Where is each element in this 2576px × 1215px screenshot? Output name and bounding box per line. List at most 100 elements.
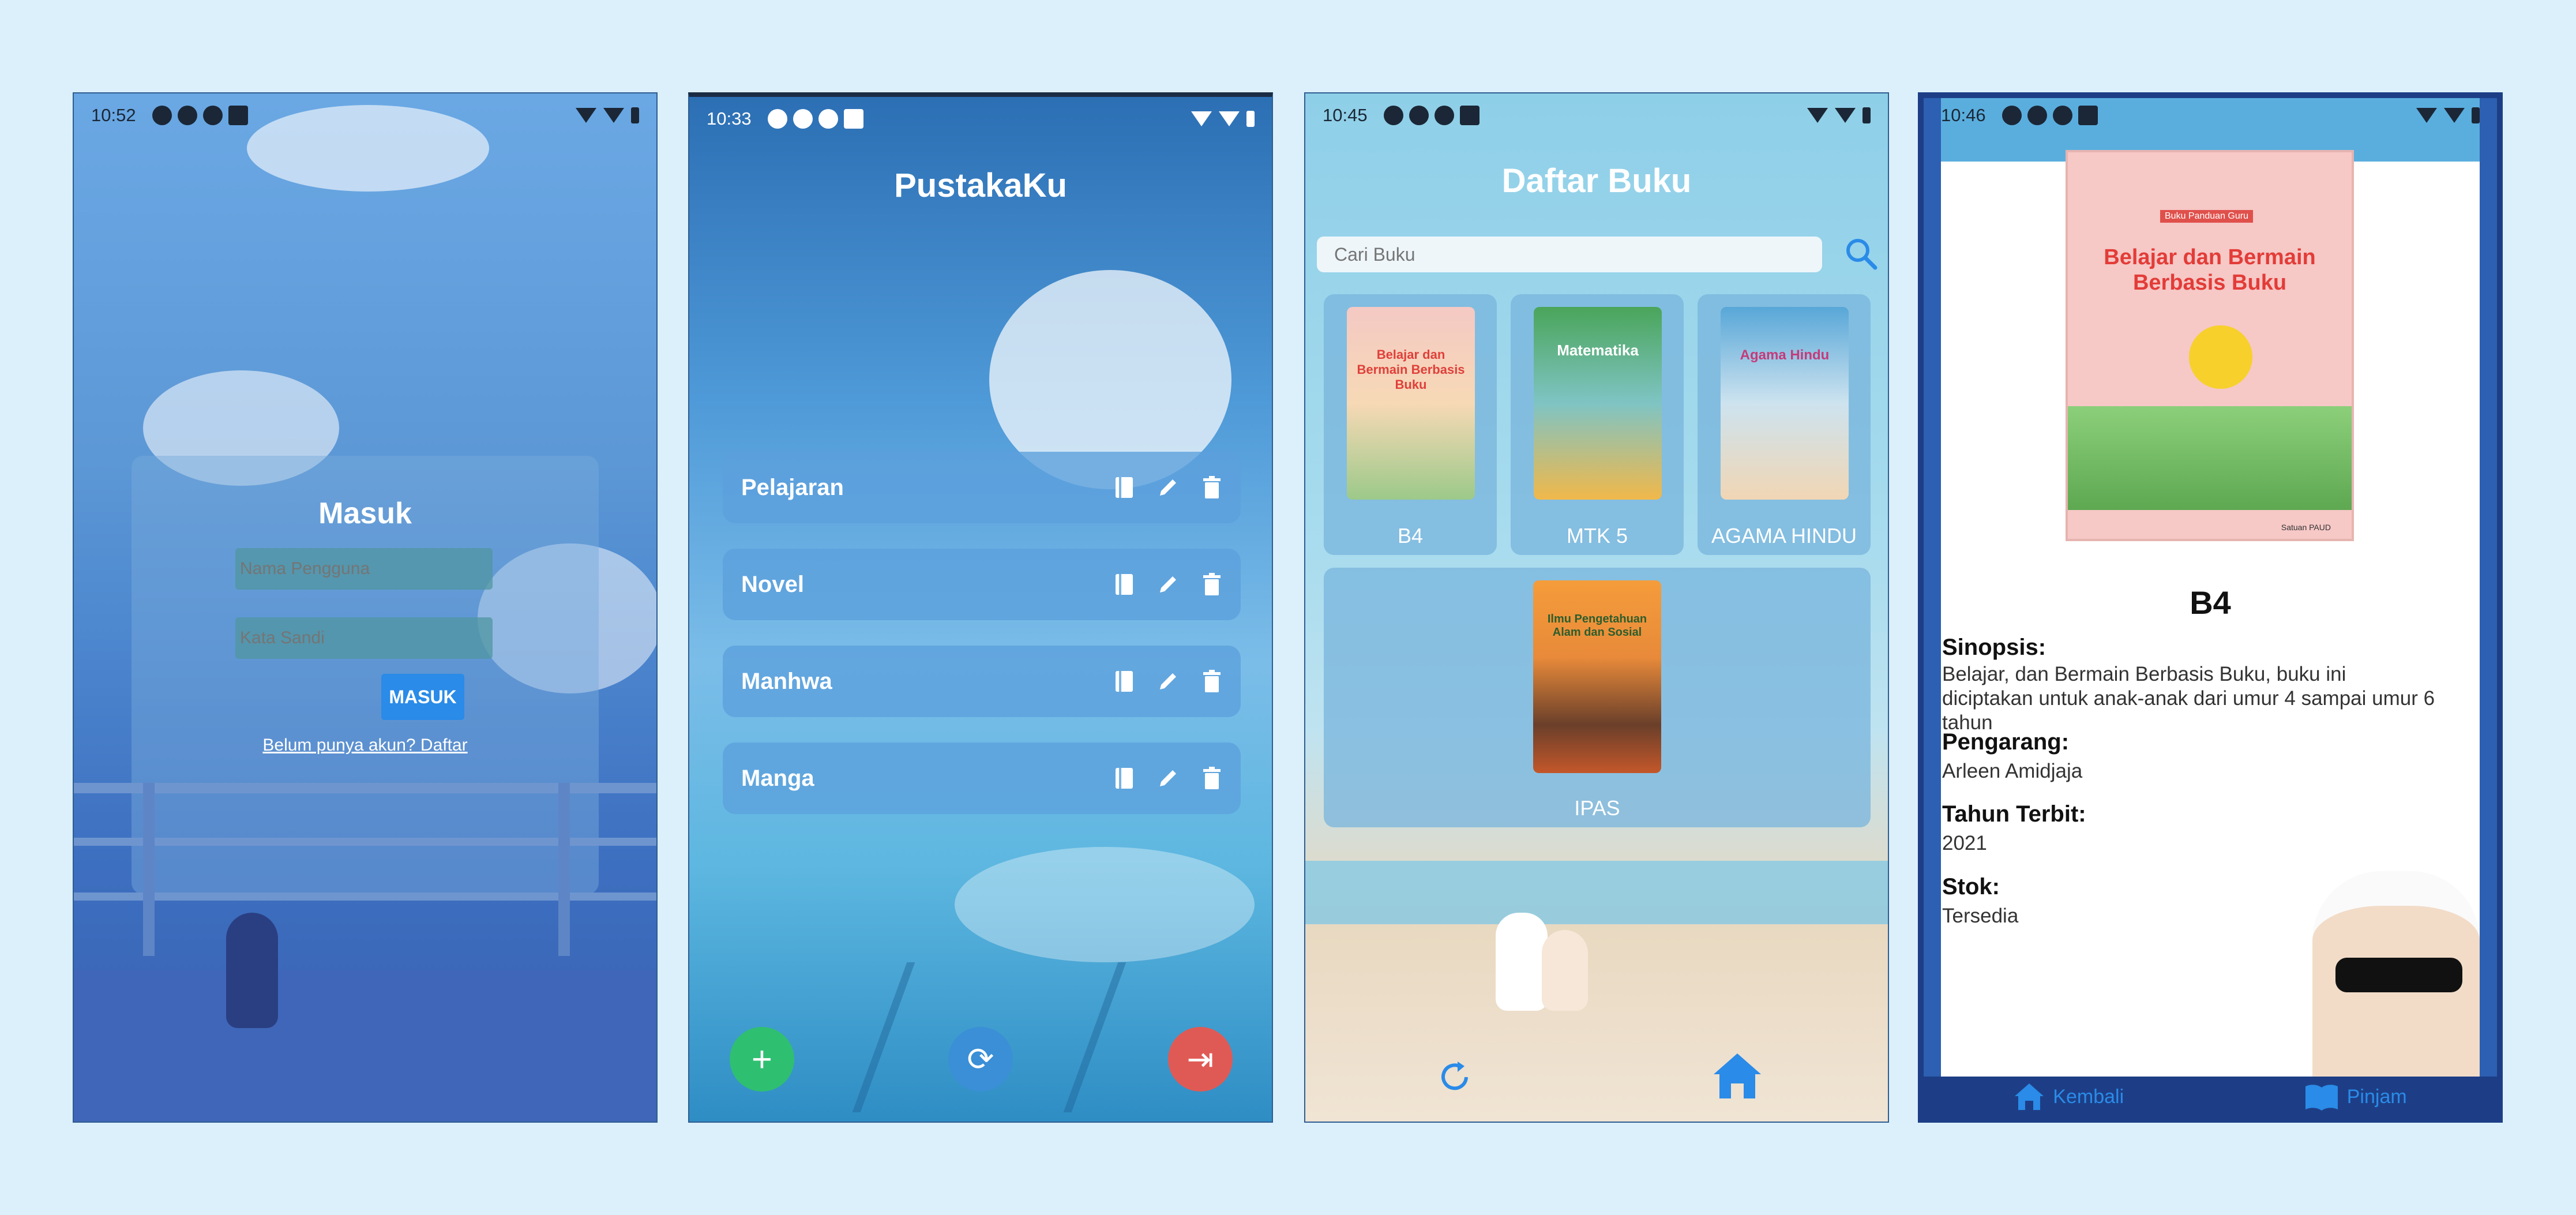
edit-icon[interactable] (1156, 475, 1180, 500)
cat-silhouette (226, 913, 278, 1028)
book-card[interactable]: Ilmu Pengetahuan Alam dan Sosial IPAS (1324, 568, 1871, 827)
mail-icon (228, 106, 248, 125)
wifi-icon (1807, 108, 1828, 123)
refresh-icon[interactable] (1435, 1057, 1475, 1097)
book-cover: Matematika (1534, 307, 1662, 500)
mail-icon (1459, 106, 1479, 125)
category-item[interactable]: Manhwa (723, 646, 1241, 717)
status-time: 10:33 (707, 108, 752, 129)
category-label: Pelajaran (741, 474, 844, 500)
synopsis-text: Belajar, dan Bermain Berbasis Buku, buku… (1942, 663, 2435, 734)
illustration-ground (2068, 406, 2352, 510)
category-item[interactable]: Manga (723, 742, 1241, 814)
cover-title: Ilmu Pengetahuan Alam dan Sosial (1547, 613, 1647, 639)
notification-icon (2027, 106, 2047, 125)
status-time: 10:45 (1323, 105, 1368, 125)
book-label: MTK 5 (1566, 524, 1628, 548)
book-icon[interactable] (1113, 669, 1136, 694)
notification-icon (1383, 106, 1403, 125)
book-cover: Belajar dan Bermain Berbasis Buku (1347, 307, 1475, 500)
book-cover-large: Buku Panduan Guru Belajar dan Bermain Be… (2066, 150, 2354, 541)
notification-icon (202, 106, 223, 125)
railing-post (558, 783, 570, 956)
battery-icon (1246, 111, 1255, 127)
category-label: Manhwa (741, 668, 832, 694)
back-button[interactable]: Kembali (2014, 1082, 2124, 1111)
register-link[interactable]: Belum punya akun? Daftar (132, 736, 599, 755)
year-label: Tahun Terbit: (1942, 801, 2086, 827)
category-item[interactable]: Pelajaran (723, 452, 1241, 523)
signal-icon (603, 108, 624, 123)
borrow-button[interactable]: Pinjam (2304, 1083, 2407, 1111)
signal-icon (1219, 111, 1240, 126)
battery-icon (1862, 107, 1871, 123)
notification-icon (152, 106, 172, 125)
sea-decoration (1305, 861, 1888, 924)
book-card[interactable]: Agama Hindu AGAMA HINDU (1698, 294, 1871, 555)
notification-icon (818, 109, 838, 129)
search-input[interactable] (1317, 237, 1822, 272)
author-value: Arleen Amidjaja (1942, 760, 2083, 782)
synopsis-label: Sinopsis: (1942, 635, 2046, 660)
page-title: Daftar Buku (1501, 162, 1692, 200)
password-input[interactable] (235, 617, 493, 659)
edit-icon[interactable] (1156, 572, 1180, 597)
author-label: Pengarang: (1942, 729, 2070, 755)
book-cover: Ilmu Pengetahuan Alam dan Sosial (1533, 580, 1661, 773)
railing-post (143, 783, 155, 956)
category-label: Manga (741, 765, 814, 791)
cover-footer: Satuan PAUD (2281, 523, 2331, 532)
status-time: 10:46 (1941, 105, 1986, 125)
cat-decoration (1496, 913, 1548, 1011)
mail-icon (2078, 106, 2098, 125)
category-label: Novel (741, 571, 804, 597)
year-value: 2021 (1942, 832, 1987, 854)
cloud-decoration (955, 847, 1255, 962)
category-screen: 10:33 PustakaKu Pelajaran Novel Manhwa M… (688, 92, 1273, 1123)
status-bar: 10:46 (1941, 98, 2480, 133)
search-icon[interactable] (1844, 237, 1879, 271)
app-title: PustakaKu (894, 167, 1067, 204)
book-open-icon (2305, 1085, 2338, 1111)
book-card[interactable]: Belajar dan Bermain Berbasis Buku B4 (1324, 294, 1497, 555)
wifi-icon (576, 108, 596, 123)
delete-icon[interactable] (1200, 669, 1223, 694)
notification-icon (2002, 106, 2022, 125)
borrow-label: Pinjam (2346, 1085, 2407, 1108)
login-button[interactable]: MASUK (381, 674, 464, 720)
edit-icon[interactable] (1156, 669, 1180, 694)
notification-icon (1434, 106, 1454, 125)
login-screen: 10:52 Masuk MASUK Belum punya akun? Daft… (73, 92, 658, 1123)
wifi-icon (2416, 108, 2437, 123)
book-label: AGAMA HINDU (1711, 524, 1857, 548)
cloud-decoration (247, 105, 489, 192)
login-card: Masuk MASUK Belum punya akun? Daftar (132, 456, 599, 894)
book-icon[interactable] (1113, 572, 1136, 597)
delete-icon[interactable] (1200, 766, 1223, 791)
status-bar: 10:45 (1323, 98, 1871, 133)
book-detail-screen: 10:46 Buku Panduan Guru Belajar dan Berm… (1918, 92, 2503, 1123)
delete-icon[interactable] (1200, 572, 1223, 597)
battery-icon (631, 107, 639, 123)
logout-button[interactable]: ⇥ (1168, 1027, 1233, 1092)
edit-icon[interactable] (1156, 766, 1180, 791)
notification-icon (177, 106, 197, 125)
book-icon[interactable] (1113, 766, 1136, 791)
refresh-button[interactable]: ⟳ (948, 1027, 1013, 1092)
cover-tag: Buku Panduan Guru (2160, 210, 2253, 223)
sun-decoration (2189, 325, 2252, 389)
book-icon[interactable] (1113, 475, 1136, 500)
add-button[interactable]: + (730, 1027, 794, 1092)
book-card[interactable]: Matematika MTK 5 (1511, 294, 1684, 555)
balcony-floor (74, 970, 656, 1122)
status-time: 10:52 (91, 105, 136, 125)
category-item[interactable]: Novel (723, 549, 1241, 620)
bottom-nav: Kembali Pinjam (1924, 1077, 2497, 1117)
home-icon[interactable] (1711, 1051, 1763, 1101)
home-icon (2015, 1083, 2044, 1110)
username-input[interactable] (235, 548, 493, 590)
delete-icon[interactable] (1200, 475, 1223, 500)
cover-title: Belajar dan Bermain Berbasis Buku (2104, 245, 2316, 295)
notification-icon (2052, 106, 2072, 125)
character-blindfold (2335, 958, 2462, 992)
